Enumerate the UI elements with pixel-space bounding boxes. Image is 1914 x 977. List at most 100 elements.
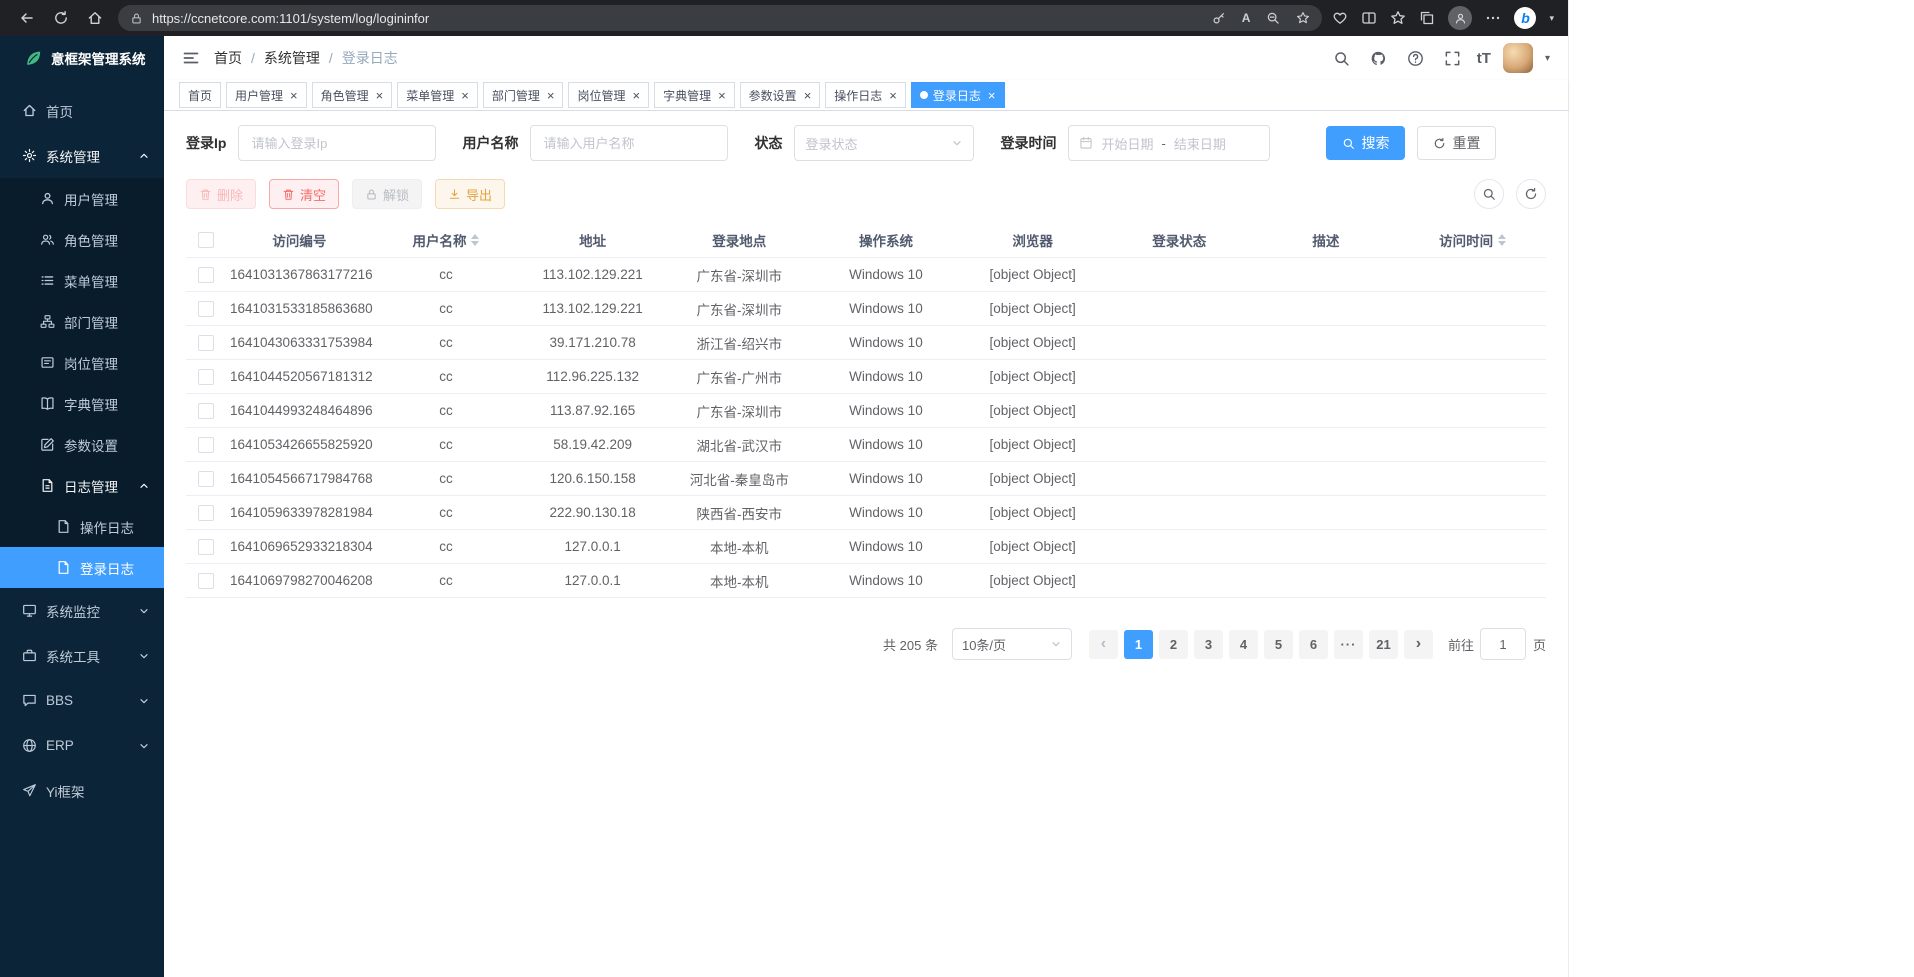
read-aloud-icon[interactable]: A	[1242, 11, 1251, 25]
tab-close-icon[interactable]: ×	[547, 89, 555, 102]
row-checkbox[interactable]	[198, 403, 214, 419]
sidebar-item[interactable]: 用户管理	[0, 178, 164, 219]
tab-close-icon[interactable]: ×	[632, 89, 640, 102]
table-row[interactable]: 1641069652933218304 cc 127.0.0.1 本地-本机 W…	[186, 530, 1546, 564]
browser-home-button[interactable]	[78, 4, 112, 32]
tab[interactable]: 部门管理 ×	[483, 82, 564, 108]
row-checkbox[interactable]	[198, 369, 214, 385]
select-all-checkbox[interactable]	[198, 232, 214, 248]
table-row[interactable]: 1641031367863177216 cc 113.102.129.221 广…	[186, 258, 1546, 292]
collections-icon[interactable]	[1419, 10, 1435, 26]
page-number-button[interactable]: 2	[1159, 630, 1188, 659]
sort-carets-icon[interactable]	[1498, 234, 1506, 246]
browser-essentials-icon[interactable]	[1332, 10, 1348, 26]
avatar-dropdown-caret-icon[interactable]: ▾	[1545, 53, 1550, 64]
tab-close-icon[interactable]: ×	[461, 89, 469, 102]
status-select[interactable]: 登录状态	[794, 125, 974, 161]
table-row[interactable]: 1641044520567181312 cc 112.96.225.132 广东…	[186, 360, 1546, 394]
address-bar[interactable]: https://ccnetcore.com:1101/system/log/lo…	[118, 5, 1322, 31]
sort-carets-icon[interactable]	[471, 234, 479, 246]
site-info-lock-icon[interactable]	[130, 12, 143, 25]
row-checkbox[interactable]	[198, 471, 214, 487]
tab-close-icon[interactable]: ×	[889, 89, 897, 102]
tab[interactable]: 登录日志 ×	[911, 82, 1005, 108]
toolbar-button[interactable]: 清空	[269, 179, 339, 209]
tab[interactable]: 参数设置 ×	[740, 82, 821, 108]
row-checkbox[interactable]	[198, 505, 214, 521]
sidebar-item[interactable]: 字典管理	[0, 383, 164, 424]
sidebar-toggle-icon[interactable]	[182, 49, 200, 67]
sidebar-item[interactable]: 菜单管理	[0, 260, 164, 301]
font-size-icon[interactable]: tT	[1477, 50, 1491, 67]
row-checkbox[interactable]	[198, 267, 214, 283]
url-text[interactable]: https://ccnetcore.com:1101/system/log/lo…	[152, 11, 1212, 26]
help-icon[interactable]	[1403, 46, 1428, 71]
browser-profile-avatar[interactable]	[1448, 6, 1472, 30]
browser-settings-more-icon[interactable]	[1485, 10, 1501, 26]
tab[interactable]: 角色管理 ×	[312, 82, 393, 108]
column-header[interactable]: 访问编号	[226, 223, 373, 258]
github-icon[interactable]	[1366, 46, 1391, 71]
toolbar-button[interactable]: 删除	[186, 179, 256, 209]
column-header[interactable]: 操作系统	[813, 223, 960, 258]
column-header[interactable]: 描述	[1253, 223, 1400, 258]
tab-close-icon[interactable]: ×	[376, 89, 384, 102]
table-row[interactable]: 1641043063331753984 cc 39.171.210.78 浙江省…	[186, 326, 1546, 360]
search-button[interactable]: 搜索	[1326, 126, 1405, 160]
date-range-picker[interactable]: 开始日期 - 结束日期	[1068, 125, 1270, 161]
table-row[interactable]: 1641053426655825920 cc 58.19.42.209 湖北省-…	[186, 428, 1546, 462]
favorites-icon[interactable]	[1390, 10, 1406, 26]
table-row[interactable]: 1641054566717984768 cc 120.6.150.158 河北省…	[186, 462, 1546, 496]
zoom-out-icon[interactable]	[1266, 11, 1280, 25]
header-search-button[interactable]	[1329, 46, 1354, 71]
fullscreen-icon[interactable]	[1440, 46, 1465, 71]
page-number-button[interactable]: 21	[1369, 630, 1398, 659]
sidebar-item[interactable]: 部门管理	[0, 301, 164, 342]
tab-close-icon[interactable]: ×	[290, 89, 298, 102]
tab[interactable]: 操作日志 ×	[825, 82, 906, 108]
sidebar-item[interactable]: 操作日志	[0, 506, 164, 547]
page-number-button[interactable]: 6	[1299, 630, 1328, 659]
refresh-table-button[interactable]	[1516, 179, 1546, 209]
sidebar-item[interactable]: 参数设置	[0, 424, 164, 465]
tab[interactable]: 首页 ×	[179, 82, 221, 108]
browser-back-button[interactable]	[10, 4, 44, 32]
tab[interactable]: 菜单管理 ×	[397, 82, 478, 108]
tab[interactable]: 字典管理 ×	[654, 82, 735, 108]
table-row[interactable]: 1641031533185863680 cc 113.102.129.221 广…	[186, 292, 1546, 326]
sidebar-item[interactable]: ERP	[0, 723, 164, 768]
table-row[interactable]: 1641059633978281984 cc 222.90.130.18 陕西省…	[186, 496, 1546, 530]
toolbar-button[interactable]: 解锁	[352, 179, 422, 209]
tab-close-icon[interactable]: ×	[718, 89, 726, 102]
column-header[interactable]: 地址	[519, 223, 666, 258]
login-ip-input[interactable]	[238, 125, 436, 161]
sidebar-item[interactable]: Yi框架	[0, 768, 164, 813]
column-header[interactable]: 用户名称	[373, 223, 520, 258]
prev-page-button[interactable]: ‹	[1089, 630, 1118, 659]
row-checkbox[interactable]	[198, 335, 214, 351]
tab[interactable]: 岗位管理 ×	[568, 82, 649, 108]
goto-page-input[interactable]	[1480, 628, 1526, 660]
table-row[interactable]: 1641044993248464896 cc 113.87.92.165 广东省…	[186, 394, 1546, 428]
breadcrumb-item[interactable]: 登录日志/	[342, 48, 398, 68]
column-header[interactable]: 登录状态	[1106, 223, 1253, 258]
bing-icon[interactable]: b	[1514, 7, 1536, 29]
sidebar-item[interactable]: 日志管理	[0, 465, 164, 506]
page-size-select[interactable]: 10条/页	[952, 628, 1072, 660]
breadcrumb-item[interactable]: 首页/	[214, 48, 264, 68]
page-number-button[interactable]: 3	[1194, 630, 1223, 659]
reset-button[interactable]: 重置	[1417, 126, 1496, 160]
row-checkbox[interactable]	[198, 539, 214, 555]
page-number-button[interactable]: 1	[1124, 630, 1153, 659]
next-page-button[interactable]: ›	[1404, 630, 1433, 659]
row-checkbox[interactable]	[198, 301, 214, 317]
sidebar-item[interactable]: 系统监控	[0, 588, 164, 633]
password-key-icon[interactable]	[1212, 11, 1226, 25]
sidebar-item[interactable]: 首页	[0, 88, 164, 133]
sidebar-item[interactable]: 系统工具	[0, 633, 164, 678]
sidebar-item[interactable]: BBS	[0, 678, 164, 723]
row-checkbox[interactable]	[198, 573, 214, 589]
split-screen-icon[interactable]	[1361, 10, 1377, 26]
tab[interactable]: 用户管理 ×	[226, 82, 307, 108]
column-header[interactable]: 登录地点	[666, 223, 813, 258]
